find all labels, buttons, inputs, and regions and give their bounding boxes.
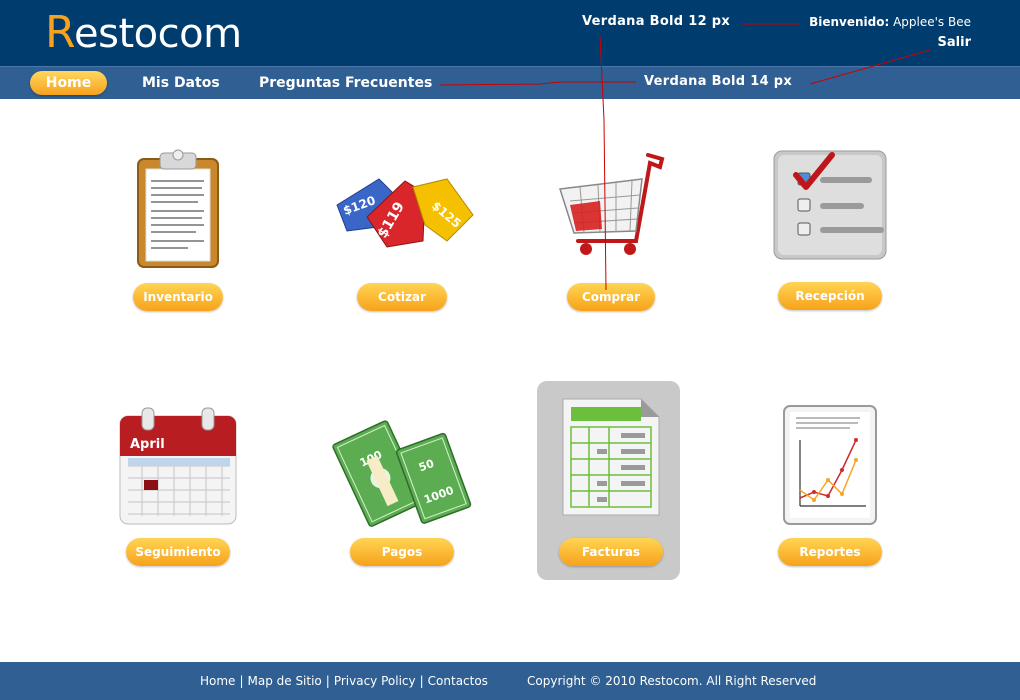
comprar-button[interactable]: Comprar (567, 283, 655, 311)
separator: | (239, 674, 244, 688)
footer: Home | Map de Sitio | Privacy Policy | Contact… (0, 662, 1020, 700)
main-nav: Home Mis Datos Preguntas Frecuentes Verd… (0, 66, 1020, 99)
nav-item-home[interactable]: Home (30, 71, 107, 95)
tile-facturas[interactable]: Facturas (537, 381, 680, 580)
reportes-button[interactable]: Reportes (778, 538, 882, 566)
tile-cotizar[interactable]: $120 $119 $125 Cotizar (327, 135, 477, 335)
nav-item-mis-datos[interactable]: Mis Datos (142, 75, 220, 91)
cotizar-button[interactable]: Cotizar (357, 283, 447, 311)
nav-item-preguntas-frecuentes[interactable]: Preguntas Frecuentes (259, 75, 432, 91)
tile-recepcion[interactable]: Recepción (755, 135, 905, 335)
welcome-label: Bienvenido: (809, 15, 890, 29)
tile-pagos[interactable]: 100 $ 50 1000 Pagos (327, 390, 477, 590)
separator: | (419, 674, 424, 688)
annotation-lines (439, 23, 931, 291)
calendar-icon: April (119, 407, 237, 525)
tile-comprar[interactable]: Comprar (535, 135, 685, 335)
footer-links: Home | Map de Sitio | Privacy Policy | Contact… (200, 674, 488, 688)
annotation-top-font: Verdana Bold 12 px (582, 14, 731, 29)
tile-inventario[interactable]: Inventario (103, 135, 253, 335)
restocom-logo[interactable]: R estocom (45, 8, 270, 58)
logo-text: estocom (74, 11, 242, 57)
page: R estocom Verdana Bold 12 px Bienvenido:… (0, 0, 1020, 700)
logo-r: R (45, 7, 76, 58)
seguimiento-button[interactable]: Seguimiento (126, 538, 230, 566)
tile-reportes[interactable]: Reportes (755, 390, 905, 590)
checklist-icon (773, 150, 887, 260)
calendar-month: April (130, 437, 165, 452)
pagos-button[interactable]: Pagos (350, 538, 454, 566)
tile-seguimiento[interactable]: April Seguimiento (103, 390, 253, 590)
separator: | (325, 674, 330, 688)
facturas-button[interactable]: Facturas (559, 538, 663, 566)
welcome-text: Bienvenido: Applee's Bee (809, 15, 971, 29)
annotation-nav-font: Verdana Bold 14 px (644, 74, 793, 89)
clipboard-icon (137, 149, 219, 268)
shopping-cart-icon (559, 153, 665, 255)
user-name: Applee's Bee (893, 15, 971, 29)
recepcion-button[interactable]: Recepción (778, 282, 882, 310)
price-tags-icon: $120 $119 $125 (336, 178, 474, 248)
footer-link-contactos[interactable]: Contactos (428, 674, 488, 688)
footer-link-map[interactable]: Map de Sitio (247, 674, 321, 688)
money-stack-icon: 100 $ 50 1000 (332, 420, 472, 527)
report-chart-icon (783, 405, 877, 525)
logout-link[interactable]: Salir (938, 35, 971, 50)
copyright: Copyright © 2010 Restocom. All Right Res… (527, 674, 817, 688)
invoice-sheet-icon (562, 398, 660, 516)
footer-link-privacy[interactable]: Privacy Policy (334, 674, 416, 688)
footer-link-home[interactable]: Home (200, 674, 235, 688)
inventario-button[interactable]: Inventario (133, 283, 223, 311)
header: R estocom Verdana Bold 12 px Bienvenido:… (0, 0, 1020, 66)
